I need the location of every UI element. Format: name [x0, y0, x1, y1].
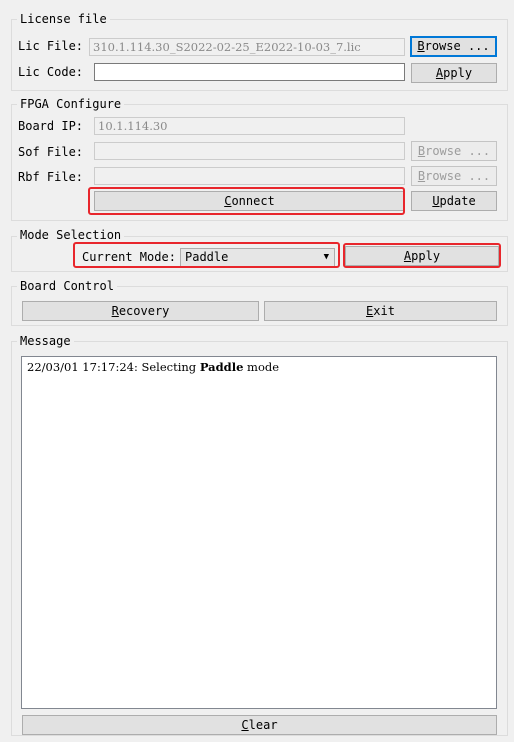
mode-apply-button-label: Apply — [403, 249, 441, 263]
mode-apply-button[interactable]: Apply — [345, 246, 499, 266]
current-mode-value: Paddle — [185, 250, 229, 264]
lic-browse-button-label: Browse ... — [417, 39, 490, 53]
chevron-down-icon: ▼ — [323, 252, 329, 262]
board-ip-label: Board IP: — [18, 119, 84, 133]
mode-selection-group-title: Mode Selection — [17, 228, 125, 242]
recovery-button[interactable]: Recovery — [22, 301, 259, 321]
clear-button-label: Clear — [241, 718, 278, 732]
lic-file-field[interactable]: 310.1.114.30_S2022-02-25_E2022-10-03_7.l… — [89, 38, 405, 56]
current-mode-label: Current Mode: — [82, 250, 176, 264]
sof-file-label: Sof File: — [18, 145, 84, 159]
fpga-configure-group-title: FPGA Configure — [17, 97, 125, 111]
lic-file-label: Lic File: — [18, 39, 84, 53]
rbf-file-label: Rbf File: — [18, 170, 84, 184]
rbf-browse-button-label: Browse ... — [417, 169, 491, 183]
exit-button[interactable]: Exit — [264, 301, 497, 321]
connect-button[interactable]: Connect — [94, 191, 405, 211]
rbf-file-field[interactable] — [94, 167, 405, 185]
lic-code-label: Lic Code: — [18, 65, 84, 79]
lic-code-input[interactable] — [94, 63, 405, 81]
lic-apply-button[interactable]: Apply — [411, 63, 497, 83]
lic-browse-button[interactable]: Browse ... — [410, 36, 497, 57]
recovery-button-label: Recovery — [111, 304, 170, 318]
message-group-title: Message — [17, 334, 74, 348]
sof-file-field[interactable] — [94, 142, 405, 160]
message-line: 22/03/01 17:17:24: Selecting Paddle mode — [27, 360, 280, 374]
connect-button-label: Connect — [224, 194, 275, 208]
clear-button[interactable]: Clear — [22, 715, 497, 735]
message-log[interactable]: 22/03/01 17:17:24: Selecting Paddle mode — [21, 356, 497, 709]
sof-browse-button[interactable]: Browse ... — [411, 141, 497, 161]
lic-apply-button-label: Apply — [435, 66, 473, 80]
exit-button-label: Exit — [366, 304, 395, 318]
board-control-group-title: Board Control — [17, 279, 117, 293]
sof-browse-button-label: Browse ... — [417, 144, 491, 158]
current-mode-select[interactable]: Paddle ▼ — [180, 248, 335, 267]
board-ip-field[interactable]: 10.1.114.30 — [94, 117, 405, 135]
update-button-label: Update — [432, 194, 476, 208]
rbf-browse-button[interactable]: Browse ... — [411, 166, 497, 186]
license-file-group-title: License file — [17, 12, 110, 26]
update-button[interactable]: Update — [411, 191, 497, 211]
